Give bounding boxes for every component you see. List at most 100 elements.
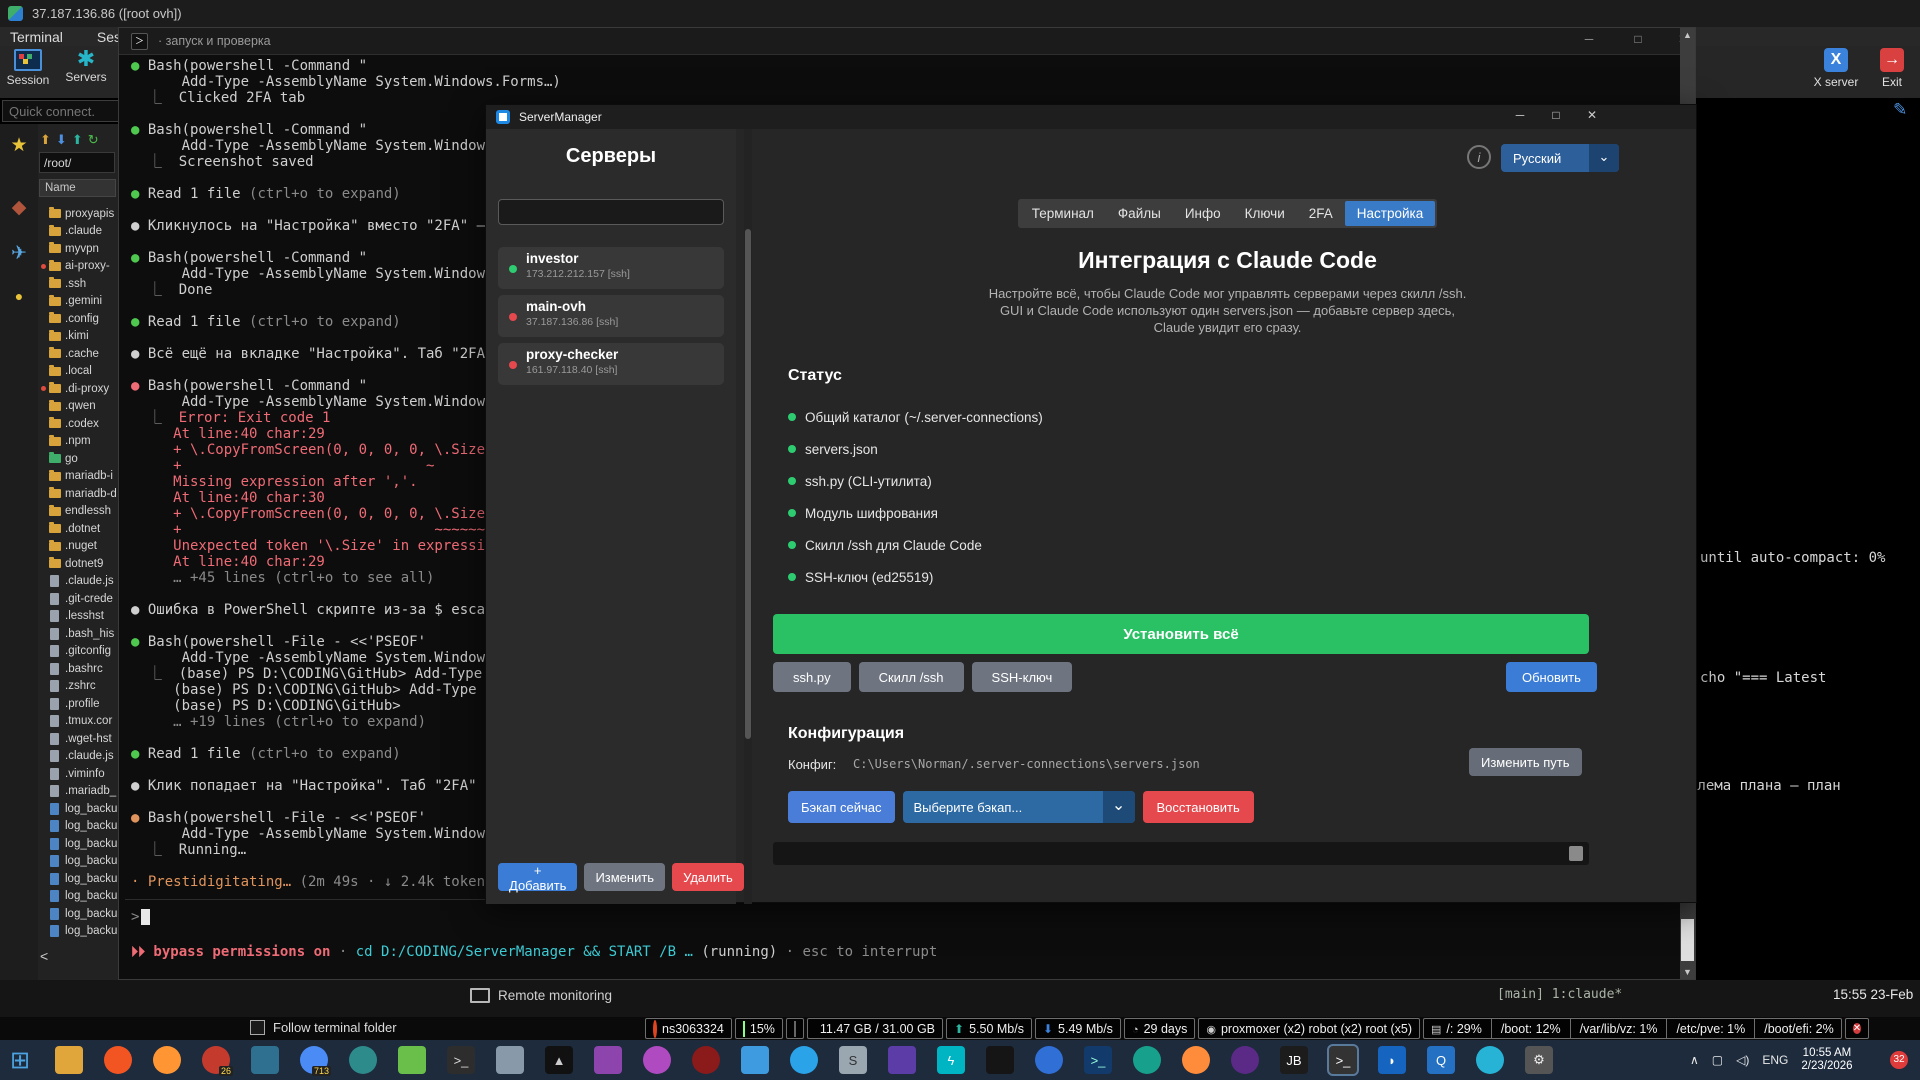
taskbar-icon-app-steel[interactable] (251, 1046, 279, 1074)
add-server-button[interactable]: + Добавить (498, 863, 577, 891)
file-tree-item[interactable]: ai-proxy- (39, 258, 117, 276)
file-tree-item[interactable]: dotnet9 (39, 555, 117, 573)
upload-icon[interactable]: ⬆ (72, 132, 83, 148)
taskbar-icon-firefox[interactable] (153, 1046, 181, 1074)
tray-chevron-icon[interactable]: ∧ (1690, 1053, 1699, 1067)
tab-Инфо[interactable]: Инфо (1173, 201, 1233, 226)
tab-2FA[interactable]: 2FA (1297, 201, 1345, 226)
tab-Настройка[interactable]: Настройка (1345, 201, 1435, 226)
taskbar-icon-chrome[interactable]: 713 (300, 1046, 328, 1074)
install-all-button[interactable]: Установить всё (773, 614, 1589, 654)
backup-now-button[interactable]: Бэкап сейчас (788, 791, 895, 823)
file-tree-item[interactable]: mariadb-d (39, 485, 117, 503)
file-tree-item[interactable]: log_backu (39, 870, 117, 888)
sidebar-scrollbar[interactable] (744, 129, 752, 904)
taskbar-icon-console-blue[interactable]: >_ (1084, 1046, 1112, 1074)
session-button[interactable]: Session (2, 48, 54, 87)
taskbar-icon-app-teal-circle[interactable] (349, 1046, 377, 1074)
tray-display-icon[interactable]: ▢ (1712, 1053, 1723, 1067)
tray-language[interactable]: ENG (1762, 1053, 1788, 1067)
file-tree-item[interactable]: .claude.js (39, 748, 117, 766)
file-tree-item[interactable]: log_backu (39, 800, 117, 818)
taskbar-icon-quick-app[interactable]: Q (1427, 1046, 1455, 1074)
file-tree-item[interactable]: endlessh (39, 503, 117, 521)
taskbar-icon-up-arrow-app[interactable]: ▲ (545, 1046, 573, 1074)
x-server-button[interactable]: X X server (1808, 46, 1864, 89)
tab-Файлы[interactable]: Файлы (1106, 201, 1173, 226)
file-tree-item[interactable]: .lesshst (39, 608, 117, 626)
file-tree-item[interactable]: .wget-hst (39, 730, 117, 748)
file-tree-item[interactable]: log_backu (39, 818, 117, 836)
restore-button[interactable]: Восстановить (1143, 791, 1254, 823)
servers-button[interactable]: ✱ Servers (60, 48, 112, 84)
language-select[interactable]: Русский ⌄ (1501, 144, 1619, 172)
taskbar-icon-app-purple[interactable] (594, 1046, 622, 1074)
file-tree-item[interactable]: .claude.js (39, 573, 117, 591)
taskbar-icon-app-black[interactable] (986, 1046, 1014, 1074)
taskbar-icon-docker[interactable]: ◗ (1378, 1046, 1406, 1074)
file-tree-item[interactable]: log_backu (39, 905, 117, 923)
file-tree-item[interactable]: .tmux.cor (39, 713, 117, 731)
sessions-tab-icon[interactable]: ★ (0, 134, 38, 157)
server-card-main-ovh[interactable]: main-ovh37.187.136.86 [ssh] (498, 295, 724, 337)
delete-server-button[interactable]: Удалить (672, 863, 744, 891)
file-tree-item[interactable]: .dotnet (39, 520, 117, 538)
file-tree-item[interactable]: .local (39, 363, 117, 381)
name-column-header[interactable]: Name (39, 179, 116, 197)
file-tree-item[interactable]: .bash_his (39, 625, 117, 643)
taskbar-icon-brave[interactable] (104, 1046, 132, 1074)
sm-minimize-icon[interactable]: ─ (1505, 108, 1535, 122)
file-tree-item[interactable]: .mariadb_ (39, 783, 117, 801)
file-tree-item[interactable]: .codex (39, 415, 117, 433)
file-tree-item[interactable]: log_backu (39, 923, 117, 941)
taskbar-icon-browser-profile[interactable]: 26 (202, 1046, 230, 1074)
macros-tab-icon[interactable]: ● (0, 288, 38, 304)
taskbar-icon-app-violet[interactable] (643, 1046, 671, 1074)
taskbar-icon-lightning-app[interactable]: ϟ (937, 1046, 965, 1074)
exit-button[interactable]: → Exit (1864, 46, 1920, 89)
taskbar-icon-app-gray-s[interactable]: S (839, 1046, 867, 1074)
taskbar-icon-app-purple2[interactable] (1231, 1046, 1259, 1074)
scrollbar-thumb[interactable] (1681, 919, 1694, 961)
file-tree-item[interactable]: .claude (39, 223, 117, 241)
file-tree-item[interactable]: .git-crede (39, 590, 117, 608)
taskbar-icon-start[interactable]: ⊞ (6, 1046, 34, 1074)
sm-close-icon[interactable]: ✕ (1577, 108, 1607, 122)
taskbar-icon-app-darkred[interactable] (692, 1046, 720, 1074)
scroll-down-icon[interactable]: ▼ (1680, 967, 1695, 977)
tab-Ключи[interactable]: Ключи (1233, 201, 1297, 226)
file-tree-item[interactable]: .profile (39, 695, 117, 713)
file-tree-item[interactable]: .kimi (39, 328, 117, 346)
taskbar-icon-gear[interactable]: ⚙ (1525, 1046, 1553, 1074)
taskbar-icon-cloud-app[interactable] (741, 1046, 769, 1074)
server-card-proxy-checker[interactable]: proxy-checker161.97.118.40 [ssh] (498, 343, 724, 385)
taskbar-icon-folder-gray[interactable] (496, 1046, 524, 1074)
path-input[interactable] (39, 152, 115, 173)
sm-maximize-icon[interactable]: □ (1541, 108, 1571, 122)
file-tree-item[interactable]: .gitconfig (39, 643, 117, 661)
refresh-icon[interactable]: ↻ (88, 132, 99, 148)
edit-server-button[interactable]: Изменить (584, 863, 665, 891)
terminal-prompt[interactable]: > (131, 909, 150, 925)
install-SSH-ключ-button[interactable]: SSH-ключ (972, 662, 1073, 692)
notification-badge[interactable]: 32 (1890, 1051, 1908, 1069)
menu-terminal[interactable]: Terminal (10, 29, 63, 45)
taskbar-icon-file-explorer[interactable] (55, 1046, 83, 1074)
taskbar-icon-app-orange2[interactable] (1182, 1046, 1210, 1074)
scroll-up-icon[interactable]: ▲ (1680, 30, 1695, 40)
file-tree-item[interactable]: .gemini (39, 293, 117, 311)
taskbar-icon-notepad[interactable] (398, 1046, 426, 1074)
sftp-tab-icon[interactable]: ✈ (0, 242, 38, 265)
checkbox-icon[interactable] (250, 1020, 265, 1035)
file-tree-item[interactable]: log_backu (39, 835, 117, 853)
install-ssh.py-button[interactable]: ssh.py (773, 662, 851, 692)
tab-Терминал[interactable]: Терминал (1020, 201, 1106, 226)
taskbar-icon-windows-terminal-active[interactable]: >_ (1329, 1046, 1357, 1074)
tray-volume-icon[interactable]: ◁) (1736, 1053, 1749, 1067)
tray-clock[interactable]: 10:55 AM 2/23/2026 (1801, 1047, 1852, 1073)
file-tree-item[interactable]: .qwen (39, 398, 117, 416)
server-card-investor[interactable]: investor173.212.212.157 [ssh] (498, 247, 724, 289)
file-tree-item[interactable]: log_backu (39, 853, 117, 871)
taskbar-icon-app-cyan[interactable] (1476, 1046, 1504, 1074)
backup-select[interactable]: Выберите бэкап... ⌄ (903, 791, 1135, 823)
